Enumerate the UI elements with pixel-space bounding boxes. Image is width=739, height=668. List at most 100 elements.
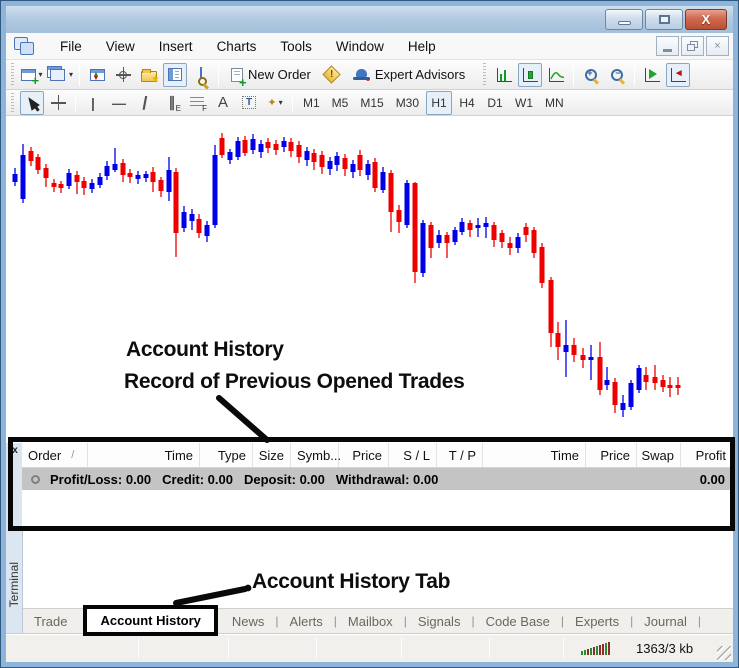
column-header-type[interactable]: Type (200, 443, 253, 467)
data-window-button[interactable] (111, 63, 135, 87)
menu-item-charts[interactable]: Charts (205, 35, 269, 58)
close-button[interactable]: X (685, 9, 727, 30)
toolbar-grip[interactable] (9, 63, 16, 86)
text-button[interactable]: A (211, 91, 235, 115)
candle (532, 227, 537, 258)
candle (637, 365, 642, 393)
candle (205, 221, 210, 242)
window-resize-grip[interactable] (717, 646, 731, 660)
arrows-button[interactable]: ✦▾ (263, 91, 287, 115)
column-header-s-l[interactable]: S / L (389, 443, 437, 467)
timeframe-button-m15[interactable]: M15 (355, 91, 388, 115)
crosshair-button[interactable] (46, 91, 70, 115)
column-header-swap[interactable]: Swap (637, 443, 681, 467)
zoom-out-button[interactable]: − (605, 63, 629, 87)
terminal-button[interactable] (163, 63, 187, 87)
column-header-profit[interactable]: Profit (681, 443, 733, 467)
menu-item-help[interactable]: Help (396, 35, 448, 58)
chart-shift-button[interactable]: ◄ (666, 63, 690, 87)
menu-item-window[interactable]: Window (324, 35, 396, 58)
column-header-order[interactable]: Order/ (22, 443, 88, 467)
line-chart-button[interactable] (544, 63, 568, 87)
timeframe-button-h1[interactable]: H1 (426, 91, 452, 115)
timeframe-button-m30[interactable]: M30 (391, 91, 424, 115)
terminal-close-button[interactable]: x (9, 445, 21, 457)
new-chart-button[interactable]: +▾ (20, 63, 44, 87)
candle (605, 367, 610, 390)
strategy-tester-button[interactable] (189, 63, 213, 87)
expert-advisors-button[interactable]: Expert Advisors (346, 63, 472, 87)
timeframe-button-m1[interactable]: M1 (298, 91, 325, 115)
candle (484, 217, 489, 238)
equidistant-channel-button[interactable]: ∥E (159, 91, 183, 115)
candle (437, 230, 442, 248)
bar-chart-button[interactable] (492, 63, 516, 87)
tab-signals[interactable]: Signals (407, 614, 472, 629)
menu-item-tools[interactable]: Tools (268, 35, 324, 58)
close-icon: X (702, 12, 711, 27)
tab-account-history[interactable]: Account History (83, 605, 217, 636)
timeframe-button-d1[interactable]: D1 (482, 91, 508, 115)
fibonacci-button[interactable]: F (185, 91, 209, 115)
candle (82, 177, 87, 195)
tab-code-base[interactable]: Code Base (475, 614, 561, 629)
vertical-line-icon: | (91, 95, 95, 111)
text-label-button[interactable]: T (237, 91, 261, 115)
timeframe-button-m5[interactable]: M5 (327, 91, 354, 115)
candle (113, 148, 118, 172)
candle (21, 144, 26, 203)
tab-mailbox[interactable]: Mailbox (337, 614, 404, 629)
menu-item-insert[interactable]: Insert (147, 35, 205, 58)
column-header-time[interactable]: Time (88, 443, 200, 467)
candle (421, 220, 426, 277)
metaeditor-button[interactable]: ! (320, 63, 344, 87)
minimize-button[interactable] (605, 9, 643, 30)
profiles-button[interactable]: ▾ (46, 63, 74, 87)
toolbar-grip[interactable] (9, 93, 16, 113)
vertical-line-button[interactable]: | (81, 91, 105, 115)
tab-trade[interactable]: Trade (23, 614, 78, 629)
title-bar[interactable]: X (6, 6, 733, 33)
menu-bar: FileViewInsertChartsToolsWindowHelp × (6, 33, 733, 60)
column-header-size[interactable]: Size (253, 443, 291, 467)
auto-scroll-button[interactable] (640, 63, 664, 87)
timeframe-button-h4[interactable]: H4 (454, 91, 480, 115)
cursor-button[interactable] (20, 91, 44, 115)
menu-item-file[interactable]: File (48, 35, 94, 58)
mt4-window: X FileViewInsertChartsToolsWindowHelp × … (0, 0, 739, 668)
candlestick-button[interactable] (518, 63, 542, 87)
horizontal-line-button[interactable]: — (107, 91, 131, 115)
arrows-icon: ✦ (267, 96, 276, 109)
chart-restore-button[interactable] (681, 36, 704, 56)
column-header-price[interactable]: Price (586, 443, 637, 467)
chart-close-icon: × (714, 40, 720, 52)
terminal-side-label[interactable]: Terminal (7, 562, 21, 607)
timeframe-button-mn[interactable]: MN (540, 91, 569, 115)
terminal-summary-row[interactable]: Profit/Loss: 0.00Credit: 0.00Deposit: 0.… (22, 468, 733, 490)
new-order-button[interactable]: +New Order (224, 63, 318, 87)
candle (13, 168, 18, 186)
column-header-price[interactable]: Price (339, 443, 389, 467)
status-bar: 1363/3 kb (6, 633, 733, 662)
market-watch-button[interactable]: ▲▼ (85, 63, 109, 87)
tab-news[interactable]: News (221, 614, 276, 629)
candle (213, 145, 218, 228)
candle (351, 160, 356, 178)
column-header-time[interactable]: Time (483, 443, 586, 467)
toolbar-grip[interactable] (481, 63, 488, 86)
chart-close-button[interactable]: × (706, 36, 729, 56)
navigator-button[interactable]: ★ (137, 63, 161, 87)
tab-alerts[interactable]: Alerts (279, 614, 334, 629)
zoom-in-button[interactable]: + (579, 63, 603, 87)
column-header-symb[interactable]: Symb... (291, 443, 339, 467)
maximize-button[interactable] (645, 9, 683, 30)
zoom-in-icon: + (585, 69, 597, 81)
chart-minimize-button[interactable] (656, 36, 679, 56)
trendline-button[interactable]: / (133, 91, 157, 115)
timeframe-button-w1[interactable]: W1 (510, 91, 538, 115)
candle (259, 140, 264, 158)
tab-experts[interactable]: Experts (564, 614, 630, 629)
column-header-t-p[interactable]: T / P (437, 443, 483, 467)
tab-journal[interactable]: Journal (633, 614, 698, 629)
menu-item-view[interactable]: View (94, 35, 147, 58)
